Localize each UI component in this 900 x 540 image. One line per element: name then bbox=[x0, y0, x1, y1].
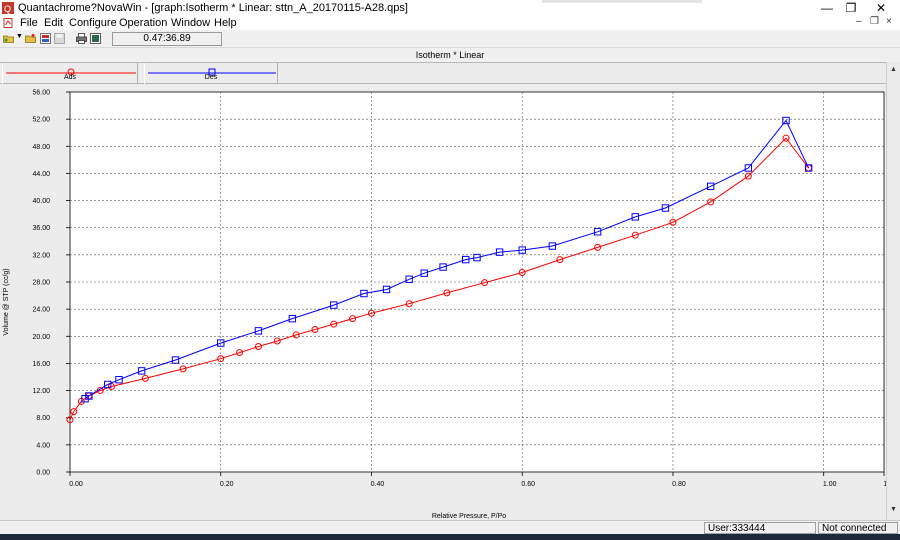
legend-label-des: Des bbox=[204, 74, 218, 81]
print-icon[interactable] bbox=[76, 33, 87, 44]
y-tick-label: 32.00 bbox=[32, 252, 50, 259]
open-folder-icon[interactable] bbox=[3, 33, 14, 44]
restore-button[interactable]: ❐ bbox=[836, 0, 866, 16]
y-tick-label: 44.00 bbox=[32, 171, 50, 178]
y-tick-label: 48.00 bbox=[32, 144, 50, 151]
dropdown-arrow-icon[interactable]: ▼ bbox=[16, 33, 23, 40]
doc-close-button[interactable]: × bbox=[886, 16, 892, 27]
x-tick-label: 0.80 bbox=[672, 481, 686, 488]
elapsed-time-display: 0.47:36.89 bbox=[112, 32, 222, 46]
close-button[interactable]: ✕ bbox=[866, 0, 896, 16]
legend-strip: Ads Des bbox=[0, 62, 900, 84]
plot-background bbox=[69, 91, 885, 473]
x-axis-label: Relative Pressure, P/Po bbox=[432, 513, 506, 520]
taskbar-strip bbox=[0, 534, 900, 540]
x-tick-label: 0.40 bbox=[371, 481, 385, 488]
menu-configure[interactable]: Configure bbox=[69, 17, 117, 29]
save-icon[interactable] bbox=[54, 33, 65, 44]
legend-label-ads: Ads bbox=[63, 74, 77, 81]
graph-title: Isotherm * Linear bbox=[0, 48, 900, 62]
y-tick-label: 0.00 bbox=[36, 470, 50, 477]
menu-help[interactable]: Help bbox=[214, 17, 237, 29]
plot-area: 0.00 4.00 8.00 12.00 16.00 20.00 24.00 28.00 32.… bbox=[0, 84, 900, 520]
y-tick-label: 12.00 bbox=[32, 388, 50, 395]
doc-minimize-button[interactable]: – bbox=[856, 16, 862, 27]
y-tick-label: 16.00 bbox=[32, 361, 50, 368]
novawin-app-icon: Q bbox=[2, 2, 14, 14]
scroll-up-icon[interactable]: ▲ bbox=[890, 66, 897, 73]
menu-edit[interactable]: Edit bbox=[44, 17, 63, 29]
svg-text:Q: Q bbox=[4, 4, 11, 14]
window-title: Quantachrome?NovaWin - [graph:Isotherm *… bbox=[18, 2, 408, 14]
menu-window[interactable]: Window bbox=[171, 17, 210, 29]
title-bar: Q Quantachrome?NovaWin - [graph:Isotherm… bbox=[0, 0, 900, 16]
doc-restore-button[interactable]: ❐ bbox=[870, 16, 879, 27]
x-tick-label: 0.20 bbox=[220, 481, 234, 488]
legend-item-des[interactable]: Des bbox=[144, 63, 278, 84]
open-file-icon[interactable] bbox=[25, 33, 36, 44]
legend-item-ads[interactable]: Ads bbox=[2, 63, 138, 84]
status-connection: Not connected bbox=[818, 522, 898, 534]
y-axis-label: Volume @ STP (cc/g) bbox=[3, 268, 10, 335]
y-tick-label: 56.00 bbox=[32, 90, 50, 97]
y-tick-label: 20.00 bbox=[32, 334, 50, 341]
status-user: User:333444 bbox=[704, 522, 816, 534]
scroll-down-icon[interactable]: ▼ bbox=[890, 506, 897, 513]
print-preview-icon[interactable] bbox=[90, 33, 101, 44]
x-tick-label: 0.00 bbox=[69, 481, 83, 488]
y-tick-label: 24.00 bbox=[32, 307, 50, 314]
y-tick-label: 52.00 bbox=[32, 117, 50, 124]
x-tick-label: 1.00 bbox=[823, 481, 837, 488]
y-tick-label: 4.00 bbox=[36, 442, 50, 449]
toolbar: ▼ 0.47:36.89 bbox=[0, 30, 900, 48]
menu-bar: File Edit Configure Operation Window Hel… bbox=[0, 16, 900, 30]
isotherm-chart: 0.00 4.00 8.00 12.00 16.00 20.00 24.00 28.00 32.… bbox=[3, 90, 886, 521]
vertical-scrollbar[interactable]: ▲ ▼ bbox=[886, 62, 900, 520]
menu-file[interactable]: File bbox=[20, 17, 38, 29]
y-tick-label: 36.00 bbox=[32, 225, 50, 232]
y-tick-label: 8.00 bbox=[36, 415, 50, 422]
y-tick-label: 40.00 bbox=[32, 198, 50, 205]
menu-operation[interactable]: Operation bbox=[119, 17, 167, 29]
x-tick-label: 0.60 bbox=[521, 481, 535, 488]
report-icon[interactable] bbox=[40, 33, 51, 44]
title-bar-overlay bbox=[542, 0, 702, 3]
document-icon[interactable] bbox=[3, 18, 13, 28]
status-bar: User:333444 Not connected bbox=[0, 520, 900, 534]
y-tick-label: 28.00 bbox=[32, 280, 50, 287]
